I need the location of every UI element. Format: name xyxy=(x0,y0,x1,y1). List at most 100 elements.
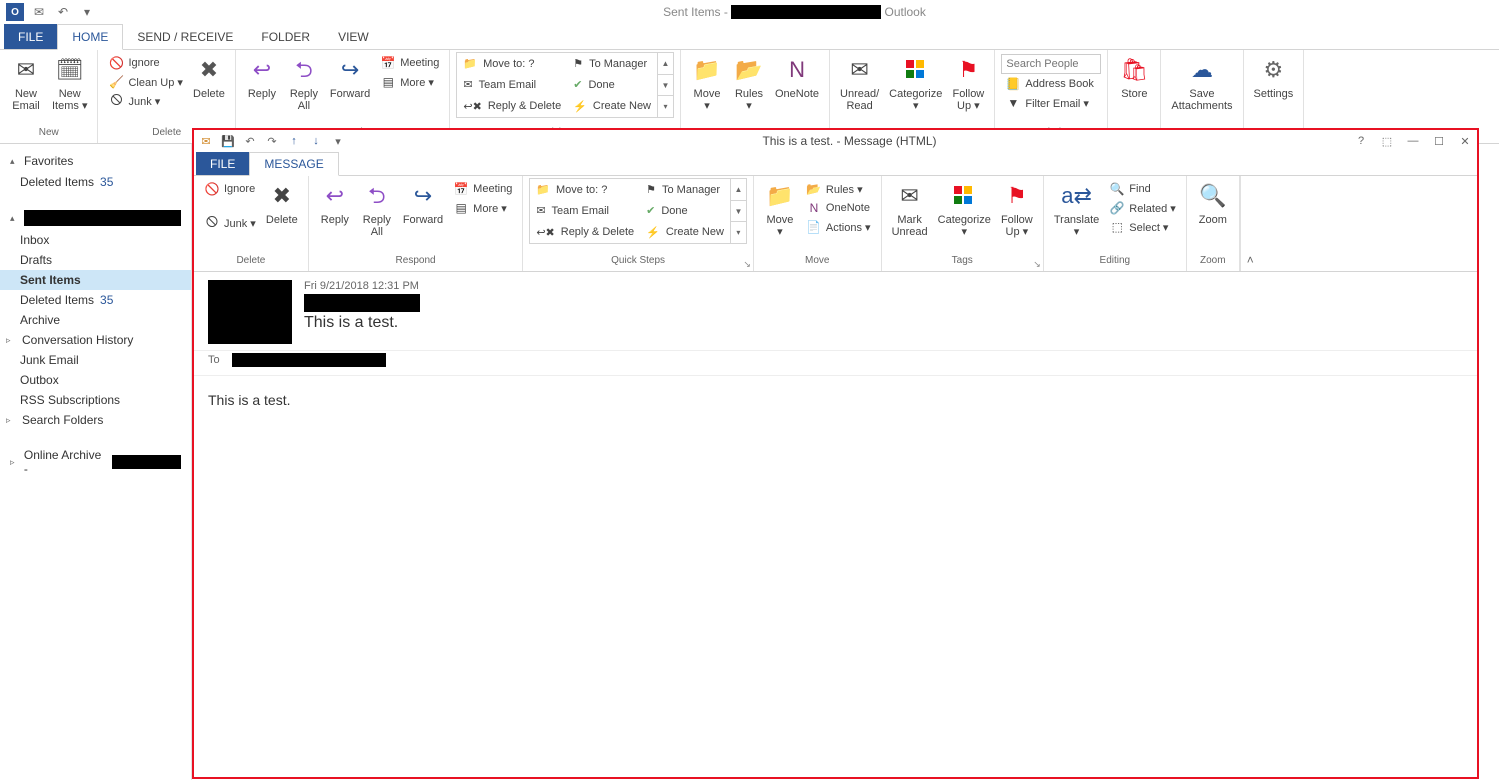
qs-done[interactable]: ✔Done xyxy=(573,77,651,92)
msg-qa-next-icon[interactable]: ↓ xyxy=(308,133,324,149)
msg-meeting-button[interactable]: 📅Meeting xyxy=(449,180,516,198)
respond-more-button[interactable]: ▤More ▾ xyxy=(376,73,443,91)
save-attachments-button[interactable]: ☁SaveAttachments xyxy=(1167,52,1236,112)
folder-inbox[interactable]: Inbox xyxy=(0,230,191,250)
qs-move-to[interactable]: 📁Move to: ? xyxy=(463,56,561,71)
qa-undo-icon[interactable]: ↶ xyxy=(54,3,72,21)
address-book-button[interactable]: 📒Address Book xyxy=(1001,75,1101,93)
msg-followup-button[interactable]: ⚑FollowUp ▾ xyxy=(997,178,1037,238)
settings-button[interactable]: ⚙Settings xyxy=(1250,52,1298,100)
folder-search-folders[interactable]: ▹Search Folders xyxy=(0,410,191,430)
tab-file[interactable]: FILE xyxy=(4,24,57,49)
msg-body[interactable]: This is a test. xyxy=(194,376,1477,777)
maximize-button[interactable]: ☐ xyxy=(1431,135,1447,148)
new-email-button[interactable]: ✉NewEmail xyxy=(6,52,46,112)
msg-forward-button[interactable]: ↪Forward xyxy=(399,178,447,226)
msg-zoom-button[interactable]: 🔍Zoom xyxy=(1193,178,1233,226)
msg-tab-message[interactable]: MESSAGE xyxy=(249,152,338,176)
tab-view[interactable]: VIEW xyxy=(324,24,383,49)
ignore-button[interactable]: 🚫Ignore xyxy=(104,54,186,72)
msg-qs-team-email[interactable]: ✉Team Email xyxy=(536,203,634,218)
forward-button[interactable]: ↪Forward xyxy=(326,52,374,100)
new-items-button[interactable]: 🗓NewItems ▾ xyxy=(48,52,91,112)
tab-send-receive[interactable]: SEND / RECEIVE xyxy=(123,24,247,49)
move-button[interactable]: 📁Move▾ xyxy=(687,52,727,112)
junk-button[interactable]: 🛇Junk ▾ xyxy=(104,92,186,110)
msg-actions-button[interactable]: 📄Actions ▾ xyxy=(802,218,875,236)
folder-deleted-items-fav[interactable]: Deleted Items 35 xyxy=(0,172,191,192)
folder-archive[interactable]: Archive xyxy=(0,310,191,330)
msg-qs-expand[interactable]: ▾ xyxy=(731,222,746,243)
msg-delete-button[interactable]: ✖Delete xyxy=(262,178,302,226)
qa-send-receive-icon[interactable]: ✉ xyxy=(30,3,48,21)
qs-scroll-up[interactable]: ▲ xyxy=(658,53,673,75)
msg-translate-button[interactable]: a⇄Translate▾ xyxy=(1050,178,1103,238)
msg-junk-button[interactable]: 🛇Junk ▾ xyxy=(200,214,260,232)
msg-qa-prev-icon[interactable]: ↑ xyxy=(286,133,302,149)
filter-email-button[interactable]: ▼Filter Email ▾ xyxy=(1001,94,1101,112)
msg-reply-button[interactable]: ↩Reply xyxy=(315,178,355,226)
account-header[interactable]: ▴ xyxy=(0,206,191,230)
minimize-button[interactable]: — xyxy=(1405,135,1421,148)
close-button[interactable]: ✕ xyxy=(1457,135,1473,148)
cleanup-button[interactable]: 🧹Clean Up ▾ xyxy=(104,73,186,91)
msg-qa-redo-icon[interactable]: ↷ xyxy=(264,133,280,149)
qs-expand[interactable]: ▾ xyxy=(658,96,673,117)
qs-to-manager[interactable]: ⚑To Manager xyxy=(573,56,651,71)
msg-quicksteps-launcher[interactable]: ↘ xyxy=(743,259,751,270)
qs-reply-delete[interactable]: ↩✖Reply & Delete xyxy=(463,99,561,114)
reply-button[interactable]: ↩Reply xyxy=(242,52,282,100)
online-archive-header[interactable]: ▹Online Archive - xyxy=(0,444,191,480)
tab-folder[interactable]: FOLDER xyxy=(247,24,324,49)
msg-quick-steps-gallery[interactable]: 📁Move to: ? ✉Team Email ↩✖Reply & Delete… xyxy=(529,178,747,244)
msg-tags-launcher[interactable]: ↘ xyxy=(1033,259,1041,270)
msg-ribbon-collapse[interactable]: ˄ xyxy=(1240,176,1260,271)
msg-ignore-button[interactable]: 🚫Ignore xyxy=(200,180,260,198)
meeting-button[interactable]: 📅Meeting xyxy=(376,54,443,72)
msg-tab-file[interactable]: FILE xyxy=(196,152,249,175)
msg-mark-unread-button[interactable]: ✉MarkUnread xyxy=(888,178,932,238)
qs-scroll-down[interactable]: ▼ xyxy=(658,75,673,97)
categorize-button[interactable]: Categorize▾ xyxy=(885,52,946,112)
msg-reply-all-button[interactable]: ⮌ReplyAll xyxy=(357,178,397,238)
msg-rules-button[interactable]: 📂Rules ▾ xyxy=(802,180,875,198)
favorites-header[interactable]: ▴Favorites xyxy=(0,150,191,172)
msg-qs-scroll-up[interactable]: ▲ xyxy=(731,179,746,201)
qs-create-new[interactable]: ⚡Create New xyxy=(573,99,651,114)
msg-find-button[interactable]: 🔍Find xyxy=(1105,180,1180,198)
msg-qs-scroll-down[interactable]: ▼ xyxy=(731,201,746,223)
msg-qs-reply-delete[interactable]: ↩✖Reply & Delete xyxy=(536,225,634,240)
msg-move-button[interactable]: 📁Move▾ xyxy=(760,178,800,238)
msg-qs-done[interactable]: ✔Done xyxy=(646,203,724,218)
ribbon-display-icon[interactable]: ⬚ xyxy=(1379,135,1395,148)
msg-qs-move-to[interactable]: 📁Move to: ? xyxy=(536,182,634,197)
folder-conversation-history[interactable]: ▹Conversation History xyxy=(0,330,191,350)
folder-rss[interactable]: RSS Subscriptions xyxy=(0,390,191,410)
msg-qs-to-manager[interactable]: ⚑To Manager xyxy=(646,182,724,197)
search-people-input[interactable] xyxy=(1001,54,1101,74)
folder-junk[interactable]: Junk Email xyxy=(0,350,191,370)
msg-onenote-button[interactable]: NOneNote xyxy=(802,199,875,217)
msg-related-button[interactable]: 🔗Related ▾ xyxy=(1105,199,1180,217)
tab-home[interactable]: HOME xyxy=(57,24,123,50)
msg-qs-create-new[interactable]: ⚡Create New xyxy=(646,225,724,240)
store-button[interactable]: 🛍Store xyxy=(1114,52,1154,100)
msg-qa-customize-icon[interactable]: ▾ xyxy=(330,133,346,149)
reply-all-button[interactable]: ⮌ReplyAll xyxy=(284,52,324,112)
help-icon[interactable]: ? xyxy=(1353,135,1369,148)
folder-outbox[interactable]: Outbox xyxy=(0,370,191,390)
msg-qa-save-icon[interactable]: 💾 xyxy=(220,133,236,149)
delete-button[interactable]: ✖Delete xyxy=(189,52,229,100)
followup-button[interactable]: ⚑FollowUp ▾ xyxy=(948,52,988,112)
msg-qa-undo-icon[interactable]: ↶ xyxy=(242,133,258,149)
msg-categorize-button[interactable]: Categorize▾ xyxy=(934,178,995,238)
onenote-button[interactable]: NOneNote xyxy=(771,52,823,100)
folder-drafts[interactable]: Drafts xyxy=(0,250,191,270)
msg-select-button[interactable]: ⬚Select ▾ xyxy=(1105,218,1180,236)
qa-customize-icon[interactable]: ▾ xyxy=(78,3,96,21)
msg-qa-mail-icon[interactable]: ✉ xyxy=(198,133,214,149)
folder-sent-items[interactable]: Sent Items xyxy=(0,270,191,290)
folder-deleted-items[interactable]: Deleted Items 35 xyxy=(0,290,191,310)
quick-steps-gallery[interactable]: 📁Move to: ? ✉Team Email ↩✖Reply & Delete… xyxy=(456,52,674,118)
unread-read-button[interactable]: ✉Unread/Read xyxy=(836,52,883,112)
